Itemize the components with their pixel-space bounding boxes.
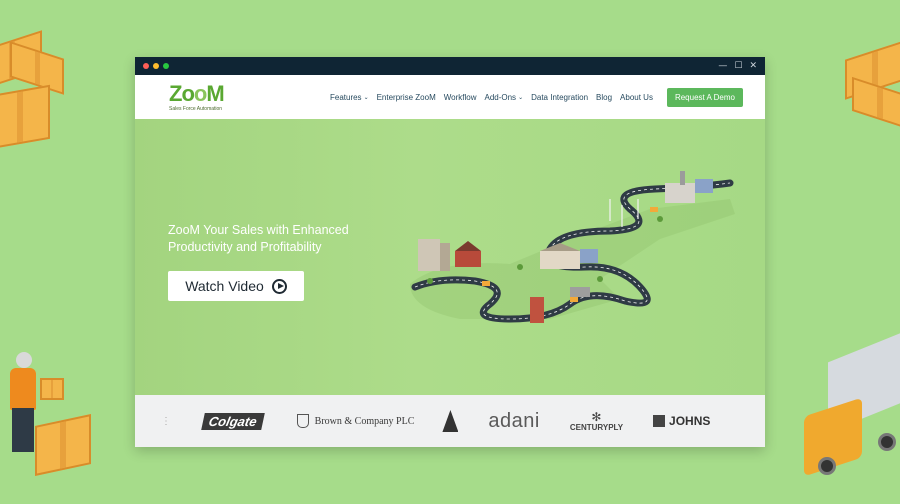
main-menu: Features ⌄ Enterprise ZooM Workflow Add-O… (330, 87, 743, 107)
logo-wordmark: ZooM (169, 80, 225, 106)
zoom-logo[interactable]: ZooM Sales Force Automation (169, 80, 289, 112)
watch-video-button[interactable]: Watch Video (168, 271, 304, 301)
hero-title: ZooM Your Sales with Enhanced Productivi… (168, 223, 349, 254)
window-close-dot[interactable] (143, 63, 149, 69)
star-icon: ✻ (591, 409, 602, 424)
city-road-illustration (410, 171, 735, 323)
play-icon (271, 278, 287, 294)
carousel-edge-icon: ⋮ (161, 415, 171, 427)
nav-blog[interactable]: Blog (596, 93, 612, 102)
chevron-down-icon: ⌄ (518, 94, 524, 101)
window-maximize-dot[interactable] (163, 63, 169, 69)
window-minimize-dot[interactable] (153, 63, 159, 69)
nav-add-ons[interactable]: Add-Ons ⌄ (484, 93, 523, 102)
cardboard-box-decoration (0, 84, 50, 150)
client-logo-tower-icon (442, 410, 459, 432)
request-demo-button[interactable]: Request A Demo (666, 87, 743, 107)
client-logo-johns: JOHNS (653, 414, 710, 428)
window-titlebar: — ☐ ✕ (135, 57, 765, 75)
crest-icon (296, 414, 309, 428)
browser-window: — ☐ ✕ ZooM Sales Force Automation Featur… (135, 57, 765, 447)
client-logo-colgate: Colgate (201, 412, 265, 430)
close-icon[interactable]: ✕ (749, 61, 757, 71)
cardboard-box-decoration (852, 76, 900, 130)
hero-section: ZooM Your Sales with Enhanced Productivi… (135, 119, 765, 395)
client-logo-brown-company: Brown & Company PLC (296, 414, 414, 428)
site-navbar: ZooM Sales Force Automation Features ⌄ En… (135, 75, 765, 119)
delivery-truck-illustration (800, 327, 900, 485)
minimize-icon[interactable]: — (718, 61, 727, 71)
square-icon (653, 415, 666, 427)
nav-features[interactable]: Features ⌄ (330, 93, 369, 102)
client-logos-strip: ⋮ Colgate Brown & Company PLC adani ✻ CEN… (135, 395, 765, 447)
nav-about-us[interactable]: About Us (620, 93, 653, 102)
maximize-icon[interactable]: ☐ (734, 61, 742, 71)
chevron-down-icon: ⌄ (363, 94, 369, 101)
client-logo-adani: adani (488, 409, 540, 432)
delivery-person-illustration (6, 352, 46, 457)
nav-data-integration[interactable]: Data Integration (531, 93, 588, 102)
logo-tagline: Sales Force Automation (169, 105, 223, 112)
client-logo-centuryply: ✻ CENTURYPLY (569, 409, 624, 432)
nav-workflow[interactable]: Workflow (444, 93, 477, 102)
nav-enterprise-zoom[interactable]: Enterprise ZooM (377, 93, 436, 102)
